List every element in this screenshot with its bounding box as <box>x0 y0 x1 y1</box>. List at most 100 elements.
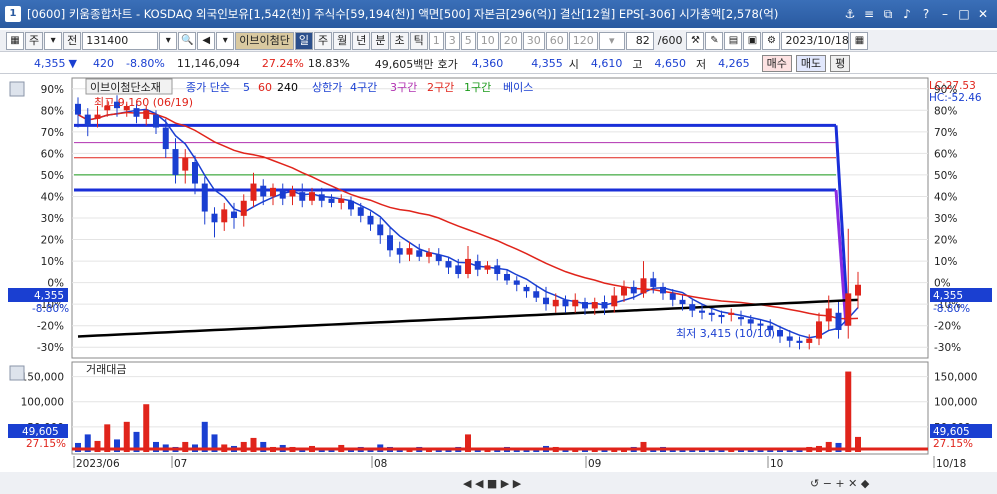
candle-body <box>796 340 803 343</box>
candle-body <box>747 319 754 324</box>
candle-body <box>513 280 520 285</box>
candle-body <box>299 192 306 201</box>
candle-body <box>289 190 296 197</box>
candle-body <box>260 185 267 197</box>
candle-body <box>738 317 744 320</box>
volume-bar <box>845 371 852 452</box>
candle-body <box>660 286 666 294</box>
current-pct-right: -8.80% <box>933 303 970 315</box>
volume-tick-label: 100,000 <box>21 397 64 409</box>
candle-body <box>562 299 569 307</box>
interval-year-button[interactable]: 년 <box>352 31 371 50</box>
help-icon[interactable]: ? <box>918 6 934 22</box>
minute-step-button[interactable]: 20 <box>499 31 522 50</box>
zoom-controls[interactable]: ↺ − + ✕ ◆ <box>810 477 870 490</box>
candle-body <box>786 336 793 341</box>
candle-body <box>465 258 471 274</box>
minute-step-button[interactable]: 10 <box>476 31 499 50</box>
stock-name-button[interactable]: 이브이첨단 <box>235 31 294 50</box>
interval-minute-button[interactable]: 분 <box>371 31 390 50</box>
chart-toolbar: ▦ 주 ▾ 전 131400 ▾ 🔍 ◀ ▾ 이브이첨단 일 주 월 년 분 초… <box>0 30 997 52</box>
high-annotation: 최고 9,160 (06/19) <box>94 96 193 109</box>
restore-icon[interactable]: ⧉ <box>880 6 896 22</box>
volume-settings-icon[interactable] <box>9 365 25 381</box>
minute-step-button[interactable]: 5 <box>460 31 476 50</box>
window-titlebar: 1 [0600] 키움종합차트 - KOSDAQ 외국인보유[1,542(천)]… <box>0 0 997 28</box>
sell-button[interactable]: 매도 <box>795 55 827 72</box>
menu-icon[interactable]: ≡ <box>861 6 877 22</box>
open-label: 시 <box>568 57 579 71</box>
price-tick-label: -30% <box>934 342 961 354</box>
volume-bar <box>201 421 208 452</box>
close-icon[interactable]: ✕ <box>975 6 991 22</box>
low-price: 4,265 <box>718 57 750 70</box>
calendar-icon[interactable]: ▦ <box>850 31 869 50</box>
interval-second-button[interactable]: 초 <box>390 31 409 50</box>
candle-body <box>318 194 325 201</box>
search-icon[interactable]: 🔍 <box>178 31 197 50</box>
x-axis-label: 09 <box>588 458 601 470</box>
current-price-left: 4,355 <box>34 290 64 302</box>
settings-icon[interactable]: ⚙ <box>762 31 781 50</box>
x-axis-label: 2023/06 <box>76 458 120 470</box>
quote-price: 4,360 <box>471 57 504 70</box>
price-tick-label: 10% <box>934 256 957 268</box>
interval-month-button[interactable]: 월 <box>333 31 352 50</box>
price-tick-label: 20% <box>934 235 957 247</box>
minute-step-button[interactable]: 1 <box>428 31 444 50</box>
print-icon[interactable]: ▤ <box>724 31 743 50</box>
link-icon[interactable]: ⚓ <box>842 6 858 22</box>
volume-tick-label: 100,000 <box>934 397 977 409</box>
chevron-down-icon[interactable]: ▾ <box>44 31 63 50</box>
candle-body <box>231 211 237 218</box>
price-tick-label: 0% <box>934 278 951 290</box>
minute-step-button[interactable]: 30 <box>522 31 545 50</box>
volume-bar <box>75 442 81 452</box>
interval-week-button[interactable]: 주 <box>313 31 333 50</box>
buy-button[interactable]: 매수 <box>761 55 792 72</box>
candle-body <box>338 198 345 203</box>
interval-day-button[interactable]: 일 <box>294 31 313 50</box>
scroll-controls[interactable]: ◀ ◀ ■ ▶ ▶ <box>463 477 522 490</box>
code-mode-select[interactable]: 전 <box>63 31 82 50</box>
stock-code-input[interactable]: 131400 <box>82 31 159 50</box>
interval-tick-button[interactable]: 틱 <box>409 31 428 50</box>
tools-icon[interactable]: ⚒ <box>686 31 705 50</box>
candle-body <box>640 278 647 294</box>
panel-settings-icon[interactable] <box>9 81 25 97</box>
minute-step-button[interactable]: 60 <box>545 31 568 50</box>
lc-label: LC:27.53 <box>929 80 976 92</box>
hc-label: HC:-52.46 <box>929 92 982 104</box>
save-icon[interactable]: ▣ <box>743 31 762 50</box>
layout-icon[interactable]: ▦ <box>6 31 24 50</box>
stock-chart[interactable]: 90%80%70%60%50%40%30%20%10%0%-10%-20%-30… <box>0 76 997 494</box>
current-price-right: 4,355 <box>933 290 963 302</box>
volume-panel[interactable] <box>71 361 929 455</box>
average-button[interactable]: 평 <box>830 55 851 72</box>
candle-body <box>367 215 374 225</box>
trade-volume: 11,146,094 <box>176 57 240 70</box>
maximize-icon[interactable]: □ <box>956 6 972 22</box>
draw-icon[interactable]: ✎ <box>705 31 724 50</box>
price-tick-label: -20% <box>37 321 64 333</box>
minute-step-dropdown[interactable]: ▾ <box>598 31 625 50</box>
candle-body <box>348 200 354 210</box>
minute-step-button[interactable]: 120 <box>568 31 598 50</box>
legend-zone2: 2구간 <box>427 81 454 94</box>
date-input[interactable]: 2023/10/18 <box>781 31 850 50</box>
candle-body <box>162 127 169 150</box>
alert-icon[interactable]: ♪ <box>899 6 915 22</box>
chevron-down-icon[interactable]: ▾ <box>216 31 235 50</box>
chevron-down-icon[interactable]: ▾ <box>159 31 178 50</box>
minute-step-button[interactable]: 3 <box>444 31 460 50</box>
legend-zone4: 4구간 <box>350 81 377 94</box>
minimize-icon[interactable]: – <box>937 6 953 22</box>
count-input[interactable]: 82 <box>625 31 654 50</box>
chart-area[interactable]: 90% 80% 70% 60% 50% 40% 30% 20% 10% 0% -10% -20% -30… <box>0 76 997 494</box>
high-price: 4,650 <box>654 57 687 70</box>
speaker-icon[interactable]: ◀ <box>197 31 216 50</box>
legend-ma60: 60 <box>258 81 272 94</box>
period-type-select[interactable]: 주 <box>25 31 44 50</box>
candle-body <box>708 312 715 315</box>
candle-body <box>699 310 705 313</box>
